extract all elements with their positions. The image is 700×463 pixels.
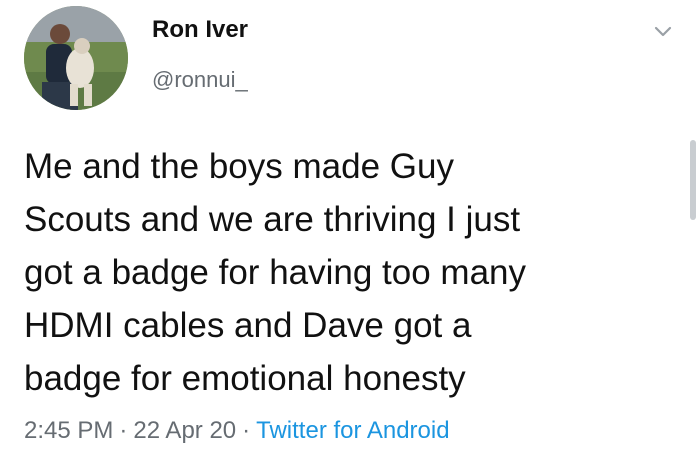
tweet-time[interactable]: 2:45 PM [24, 417, 113, 444]
tweet-text: Me and the boys made Guy Scouts and we a… [24, 140, 674, 405]
tweet-text-line: badge for emotional honesty [24, 359, 466, 398]
tweet-text-line: got a badge for having too many [24, 253, 527, 292]
tweet-meta: 2:45 PM · 22 Apr 20 · Twitter for Android [24, 417, 450, 445]
chevron-down-icon[interactable] [652, 20, 674, 42]
scrollbar[interactable] [690, 140, 696, 220]
tweet-text-line: HDMI cables and Dave got a [24, 306, 472, 345]
tweet-date[interactable]: 22 Apr 20 [133, 417, 236, 444]
meta-separator: · [119, 417, 128, 444]
tweet-card: Ron Iver @ronnui_ Me and the boys made G… [0, 0, 700, 463]
tweet-text-line: Me and the boys made Guy [24, 147, 454, 186]
tweet-source-link[interactable]: Twitter for Android [256, 417, 449, 444]
tweet-text-line: Scouts and we are thriving I just [24, 200, 521, 239]
avatar-photo [24, 6, 128, 110]
avatar[interactable] [24, 6, 128, 110]
display-name[interactable]: Ron Iver [152, 16, 248, 44]
user-handle[interactable]: @ronnui_ [152, 67, 248, 93]
meta-separator: · [242, 417, 251, 444]
